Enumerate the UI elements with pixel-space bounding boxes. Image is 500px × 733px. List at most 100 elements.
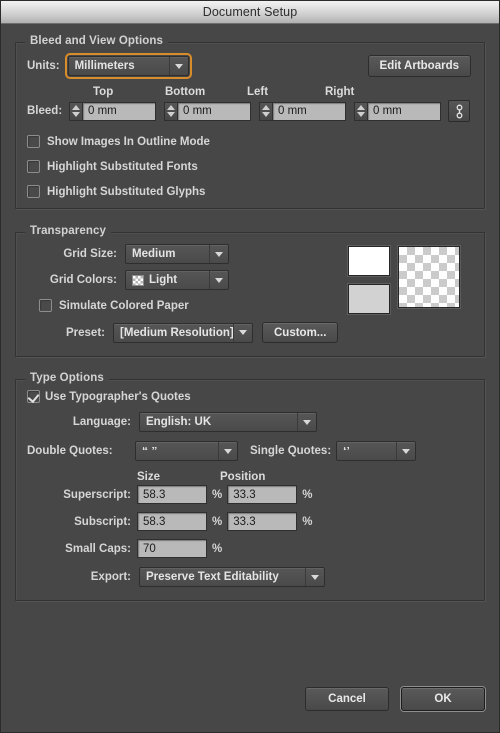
window-title: Document Setup (202, 5, 298, 19)
bleed-top-stepper[interactable] (69, 101, 82, 121)
column-header-position: Position (220, 471, 266, 483)
bleed-right-value[interactable]: 0 mm (367, 101, 441, 121)
percent-sign: % (302, 488, 313, 501)
checkbox-box[interactable] (27, 160, 40, 173)
bleed-left-field[interactable]: 0 mm (259, 101, 346, 121)
bleed-left-stepper[interactable] (259, 101, 272, 121)
subscript-label: Subscript: (74, 515, 131, 528)
checkbox-label: Highlight Substituted Glyphs (47, 185, 206, 198)
checkbox-highlight-substituted-glyphs[interactable]: Highlight Substituted Glyphs (27, 185, 475, 198)
bleed-and-view-options-group: Bleed and View Options Units: Millimeter… (15, 35, 485, 209)
grid-colors-value: Light (149, 274, 178, 286)
group-title-type-options: Type Options (25, 372, 109, 384)
bleed-bottom-value[interactable]: 0 mm (177, 101, 251, 121)
units-label: Units: (27, 60, 60, 72)
checkbox-simulate-colored-paper[interactable]: Simulate Colored Paper (39, 299, 338, 312)
subscript-size-input[interactable]: 58.3 (137, 512, 207, 531)
bleed-right-field[interactable]: 0 mm (354, 101, 441, 121)
bleed-left-value[interactable]: 0 mm (272, 101, 346, 121)
checkbox-box[interactable] (39, 299, 52, 312)
checkbox-show-images-outline-mode[interactable]: Show Images In Outline Mode (27, 135, 475, 148)
transparency-preview (348, 246, 461, 343)
type-options-group: Type Options Use Typographer's Quotes La… (15, 372, 485, 601)
units-value: Millimeters (74, 60, 135, 72)
language-value: English: UK (146, 416, 212, 428)
checkbox-label: Use Typographer's Quotes (45, 390, 191, 403)
percent-sign: % (212, 542, 223, 555)
transparency-checkerboard-preview (398, 246, 461, 308)
checkbox-label: Show Images In Outline Mode (47, 135, 210, 148)
grid-size-select[interactable]: Medium (125, 244, 229, 264)
paper-color-swatch-gray[interactable] (348, 284, 391, 314)
double-quotes-label: Double Quotes: (27, 445, 113, 457)
column-header-size: Size (137, 471, 161, 483)
preset-value: [Medium Resolution] (120, 326, 233, 339)
ok-button[interactable]: OK (401, 687, 485, 711)
checkbox-label: Simulate Colored Paper (59, 299, 189, 312)
bleed-bottom-stepper[interactable] (164, 101, 177, 121)
group-title-bleed: Bleed and View Options (25, 35, 168, 47)
column-header-left: Left (247, 86, 269, 98)
chevron-down-icon (168, 57, 188, 75)
language-label: Language: (72, 416, 131, 428)
percent-sign: % (212, 515, 223, 528)
superscript-label: Superscript: (63, 488, 131, 501)
chevron-down-icon (297, 413, 316, 431)
title-bar[interactable]: Document Setup (1, 1, 499, 24)
column-header-bottom: Bottom (165, 86, 206, 98)
grid-size-value: Medium (132, 248, 176, 260)
small-caps-label: Small Caps: (65, 542, 131, 555)
checkbox-use-typographers-quotes[interactable]: Use Typographer's Quotes (27, 390, 475, 403)
custom-button[interactable]: Custom... (262, 322, 339, 343)
group-title-transparency: Transparency (25, 225, 111, 237)
double-quotes-select[interactable]: “ ” (135, 441, 238, 461)
chevron-down-icon (218, 442, 237, 460)
export-value: Preserve Text Editability (146, 571, 279, 583)
checkbox-label: Highlight Substituted Fonts (47, 160, 198, 173)
chevron-down-icon (396, 442, 415, 460)
bleed-top-value[interactable]: 0 mm (82, 101, 156, 121)
bleed-label: Bleed: (27, 105, 63, 117)
bleed-right-stepper[interactable] (354, 101, 367, 121)
paper-color-swatch-white[interactable] (348, 246, 391, 276)
subscript-position-input[interactable]: 33.3 (227, 512, 298, 531)
chain-link-icon[interactable] (448, 100, 470, 122)
edit-artboards-button[interactable]: Edit Artboards (367, 55, 471, 77)
checkbox-box[interactable] (27, 185, 40, 198)
percent-sign: % (302, 515, 313, 528)
grid-colors-select[interactable]: Light (125, 270, 229, 290)
grid-size-label: Grid Size: (63, 248, 117, 260)
grid-colors-label: Grid Colors: (49, 274, 117, 286)
single-quotes-label: Single Quotes: (250, 445, 332, 457)
dialog-footer: Cancel OK (1, 676, 499, 732)
superscript-position-input[interactable]: 33.3 (227, 485, 298, 504)
percent-sign: % (212, 488, 223, 501)
superscript-size-input[interactable]: 58.3 (137, 485, 207, 504)
chevron-down-icon (233, 323, 252, 342)
export-label: Export: (90, 571, 131, 583)
column-header-right: Right (325, 86, 355, 98)
chevron-down-icon (209, 271, 228, 289)
units-select[interactable]: Millimeters (64, 53, 192, 79)
column-header-top: Top (93, 86, 114, 98)
chevron-down-icon (209, 245, 228, 263)
preset-select[interactable]: [Medium Resolution] (113, 322, 253, 343)
preset-label: Preset: (66, 326, 105, 339)
bleed-top-field[interactable]: 0 mm (69, 101, 156, 121)
checkbox-highlight-substituted-fonts[interactable]: Highlight Substituted Fonts (27, 160, 475, 173)
chevron-down-icon (305, 568, 324, 586)
language-select[interactable]: English: UK (139, 412, 317, 432)
transparency-group: Transparency Grid Size: Medium Grid Colo… (15, 225, 485, 357)
checkbox-box[interactable] (27, 135, 40, 148)
dialog-body: Bleed and View Options Units: Millimeter… (1, 24, 499, 676)
export-select[interactable]: Preserve Text Editability (139, 567, 325, 587)
single-quotes-select[interactable]: ‘’ (336, 441, 417, 461)
checkerboard-icon (132, 274, 144, 286)
double-quotes-value: “ ” (142, 447, 158, 455)
bleed-bottom-field[interactable]: 0 mm (164, 101, 251, 121)
checkbox-box[interactable] (27, 390, 40, 403)
cancel-button[interactable]: Cancel (305, 687, 389, 711)
small-caps-input[interactable]: 70 (137, 539, 207, 558)
single-quotes-value: ‘’ (343, 447, 350, 455)
document-setup-dialog: Document Setup Bleed and View Options Un… (0, 0, 500, 733)
